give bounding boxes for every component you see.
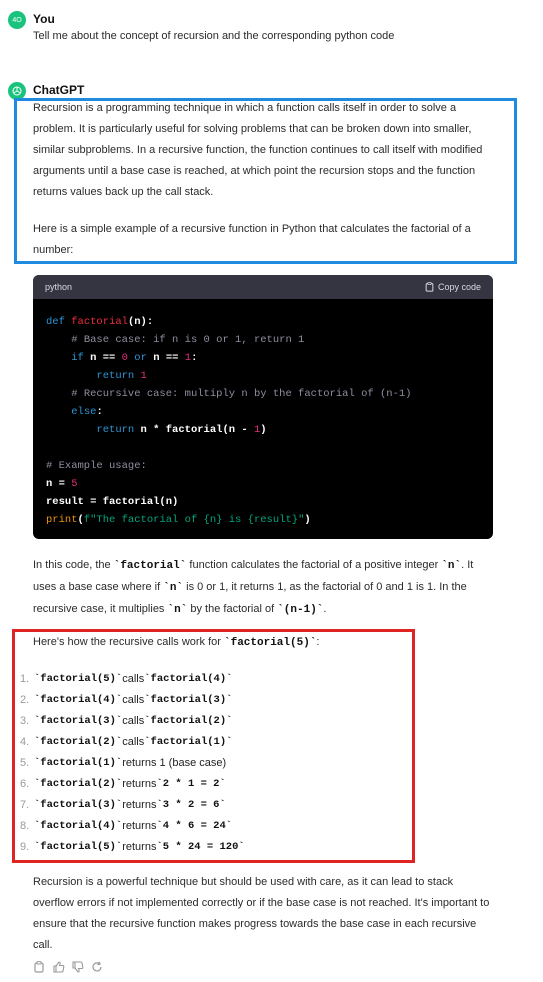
explanation-paragraph: In this code, the `factorial` function c… (33, 555, 493, 621)
user-message: Tell me about the concept of recursion a… (33, 30, 395, 42)
message-actions (33, 960, 103, 973)
thumbs-up-icon[interactable] (52, 960, 65, 973)
inline-code: `(n-1)` (277, 604, 324, 616)
blue-highlight-box (14, 98, 517, 264)
code-line: return n * factorial(n - 1) (96, 424, 267, 436)
assistant-name: ChatGPT (33, 83, 85, 97)
explanation-text: . (323, 603, 327, 615)
user-avatar-text: 4O (12, 16, 22, 24)
explanation-text: function calculates the factorial of a p… (186, 559, 442, 571)
thumbs-down-icon[interactable] (71, 960, 84, 973)
regenerate-icon[interactable] (90, 960, 103, 973)
explanation-text: by the factorial of (187, 603, 278, 615)
code-content: def factorial(n): # Base case: if n is 0… (33, 299, 493, 529)
inline-code: `n` (163, 582, 184, 594)
code-line: return 1 (96, 370, 147, 382)
copy-icon[interactable] (33, 960, 46, 973)
code-line: # Example usage: (46, 460, 147, 472)
copy-code-label: Copy code (437, 282, 481, 292)
code-line: def factorial(n): (46, 316, 154, 328)
code-line: result = factorial(n) (46, 496, 179, 508)
code-line: else: (71, 406, 103, 418)
code-line: n = 5 (46, 478, 78, 490)
user-avatar: 4O (8, 11, 26, 29)
red-highlight-box (12, 629, 415, 863)
code-line: # Base case: if n is 0 or 1, return 1 (71, 334, 305, 346)
clipboard-icon (425, 282, 434, 292)
inline-code: `n` (167, 604, 188, 616)
code-block: python Copy code def factorial(n): # Bas… (33, 275, 493, 539)
inline-code: `factorial` (113, 560, 187, 572)
explanation-text: In this code, the (33, 559, 114, 571)
inline-code: `n` (441, 560, 462, 572)
openai-logo-icon (12, 86, 22, 96)
user-name: You (33, 12, 55, 26)
code-line: # Recursive case: multiply n by the fact… (71, 388, 412, 400)
code-line: if n == 0 or n == 1: (71, 352, 198, 364)
code-line: print(f"The factorial of {n} is {result}… (46, 514, 311, 526)
code-language: python (45, 282, 73, 292)
conclusion-paragraph: Recursion is a powerful technique but sh… (33, 876, 490, 951)
copy-code-button[interactable]: Copy code (425, 282, 481, 292)
code-header: python Copy code (33, 275, 493, 299)
